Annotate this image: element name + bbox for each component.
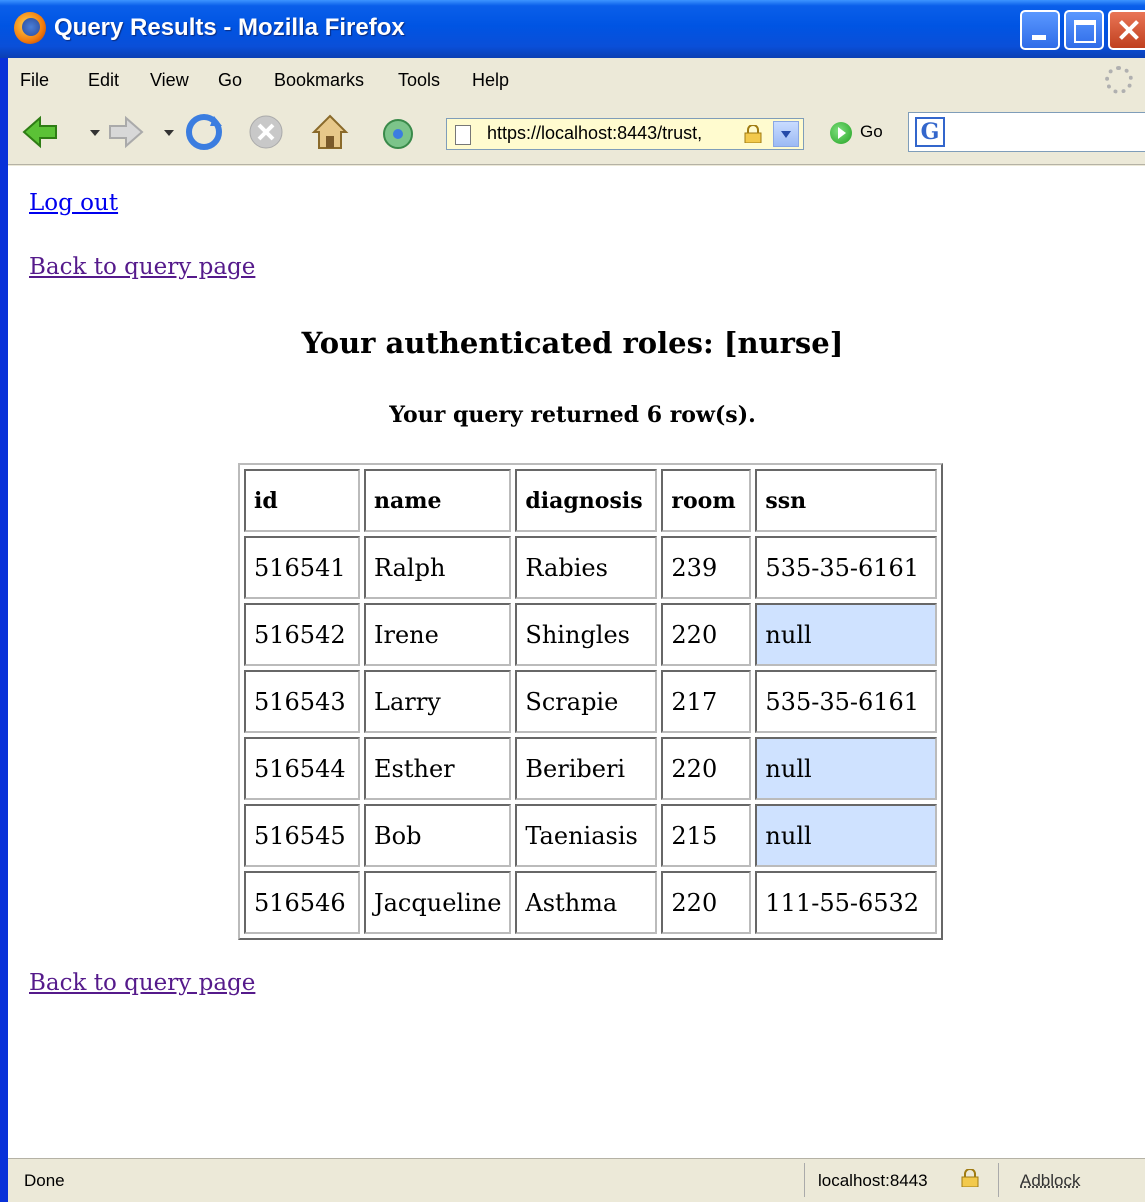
status-divider	[804, 1163, 805, 1197]
adblock-status[interactable]: Adblock	[1020, 1171, 1080, 1191]
cell-name: Ralph	[364, 536, 512, 599]
menu-file[interactable]: File	[20, 70, 49, 91]
cell-id: 516545	[244, 804, 360, 867]
minimize-button[interactable]	[1020, 10, 1060, 50]
column-header-diagnosis: diagnosis	[515, 469, 658, 532]
roles-heading: Your authenticated roles: [nurse]	[301, 326, 844, 360]
results-table: id name diagnosis room ssn 516541 Ralph Ra…	[238, 463, 944, 940]
cell-room: 220	[661, 603, 752, 666]
cell-diagnosis: Beriberi	[515, 737, 658, 800]
cell-id: 516544	[244, 737, 360, 800]
cell-diagnosis: Scrapie	[515, 670, 658, 733]
menu-view[interactable]: View	[150, 70, 189, 91]
table-row: 516545 Bob Taeniasis 215 null	[244, 804, 938, 867]
status-text: Done	[24, 1171, 65, 1190]
url-input[interactable]: https://localhost:8443/trust,	[487, 123, 737, 144]
cell-id: 516543	[244, 670, 360, 733]
window-frame	[0, 58, 8, 1202]
status-lock-icon[interactable]	[960, 1169, 980, 1187]
page-content: Log out Back to query page Your authenti…	[8, 166, 1145, 1158]
reload-icon[interactable]	[184, 112, 224, 152]
lock-icon[interactable]	[743, 125, 763, 143]
cell-room: 220	[661, 871, 752, 934]
cell-room: 239	[661, 536, 752, 599]
cell-ssn: 111-55-6532	[755, 871, 938, 934]
extension-icon[interactable]	[378, 112, 418, 152]
status-host: localhost:8443	[818, 1171, 928, 1190]
table-row: 516542 Irene Shingles 220 null	[244, 603, 938, 666]
cell-ssn: null	[755, 804, 938, 867]
cell-name: Esther	[364, 737, 512, 800]
cell-ssn: null	[755, 737, 938, 800]
cell-name: Larry	[364, 670, 512, 733]
cell-diagnosis: Rabies	[515, 536, 658, 599]
url-bar[interactable]: https://localhost:8443/trust,	[446, 118, 804, 150]
cell-id: 516541	[244, 536, 360, 599]
google-search-engine-icon[interactable]: G	[915, 117, 945, 147]
column-header-id: id	[244, 469, 360, 532]
cell-diagnosis: Taeniasis	[515, 804, 658, 867]
cell-ssn: null	[755, 603, 938, 666]
cell-ssn: 535-35-6161	[755, 536, 938, 599]
page-icon	[455, 125, 471, 145]
menu-go[interactable]: Go	[218, 70, 242, 91]
back-history-dropdown[interactable]	[90, 130, 100, 136]
column-header-name: name	[364, 469, 512, 532]
cell-diagnosis: Shingles	[515, 603, 658, 666]
forward-history-dropdown[interactable]	[164, 130, 174, 136]
cell-name: Bob	[364, 804, 512, 867]
table-header-row: id name diagnosis room ssn	[244, 469, 938, 532]
status-divider	[998, 1163, 999, 1197]
cell-room: 215	[661, 804, 752, 867]
home-icon[interactable]	[310, 112, 350, 152]
cell-id: 516542	[244, 603, 360, 666]
logout-link[interactable]: Log out	[29, 190, 118, 216]
back-arrow-icon[interactable]	[20, 112, 60, 152]
throbber-icon	[1105, 66, 1133, 94]
table-row: 516544 Esther Beriberi 220 null	[244, 737, 938, 800]
menu-edit[interactable]: Edit	[88, 70, 119, 91]
back-to-query-link-top[interactable]: Back to query page	[29, 254, 255, 280]
firefox-logo-icon	[14, 12, 46, 44]
maximize-button[interactable]	[1064, 10, 1104, 50]
column-header-room: room	[661, 469, 752, 532]
column-header-ssn: ssn	[755, 469, 938, 532]
cell-room: 217	[661, 670, 752, 733]
navigation-toolbar: https://localhost:8443/trust, Go G	[8, 102, 1145, 165]
close-button[interactable]	[1108, 10, 1145, 50]
window-title: Query Results - Mozilla Firefox	[54, 14, 405, 41]
table-row: 516541 Ralph Rabies 239 535-35-6161	[244, 536, 938, 599]
cell-ssn: 535-35-6161	[755, 670, 938, 733]
cell-room: 220	[661, 737, 752, 800]
menu-bar: File Edit View Go Bookmarks Tools Help	[8, 60, 1145, 103]
forward-arrow-icon[interactable]	[106, 112, 146, 152]
menu-help[interactable]: Help	[472, 70, 509, 91]
browser-window: Query Results - Mozilla Firefox File Edi…	[0, 0, 1145, 1202]
status-bar: Done localhost:8443 Adblock	[8, 1158, 1145, 1202]
go-icon[interactable]	[830, 122, 852, 144]
cell-name: Irene	[364, 603, 512, 666]
search-box[interactable]: G	[908, 112, 1145, 152]
row-count-text: Your query returned 6 row(s).	[389, 402, 756, 428]
go-button-label[interactable]: Go	[860, 122, 883, 142]
menu-bookmarks[interactable]: Bookmarks	[274, 70, 364, 91]
cell-diagnosis: Asthma	[515, 871, 658, 934]
table-row: 516543 Larry Scrapie 217 535-35-6161	[244, 670, 938, 733]
menu-tools[interactable]: Tools	[398, 70, 440, 91]
cell-id: 516546	[244, 871, 360, 934]
title-bar[interactable]: Query Results - Mozilla Firefox	[0, 0, 1145, 58]
url-history-dropdown[interactable]	[773, 121, 799, 147]
stop-icon[interactable]	[246, 112, 286, 152]
table-row: 516546 Jacqueline Asthma 220 111-55-6532	[244, 871, 938, 934]
cell-name: Jacqueline	[364, 871, 512, 934]
back-to-query-link-bottom[interactable]: Back to query page	[29, 970, 255, 996]
